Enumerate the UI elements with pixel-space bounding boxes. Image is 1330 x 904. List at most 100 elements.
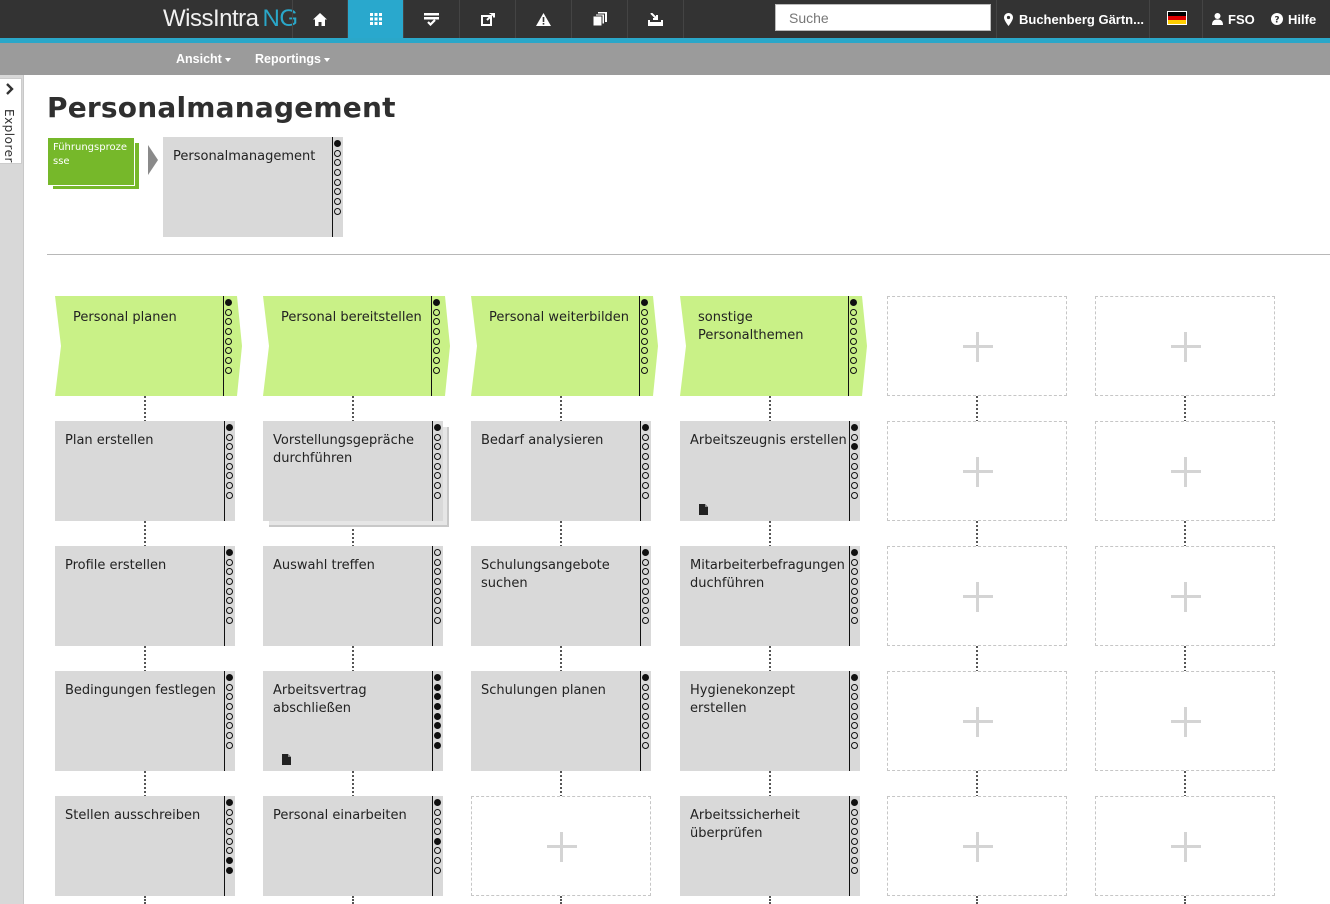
add-process-placeholder[interactable] <box>887 796 1067 896</box>
process-tile[interactable]: Arbeitszeugnis erstellen <box>680 421 860 521</box>
status-dot-empty <box>642 491 649 499</box>
status-dot-empty <box>433 366 440 374</box>
status-dots <box>851 549 858 624</box>
menu-reportings[interactable]: Reportings <box>255 43 330 75</box>
main-process-label: Personal planen <box>73 310 177 325</box>
nav-copy-button[interactable] <box>572 0 628 38</box>
status-dot-filled <box>226 424 233 431</box>
add-process-placeholder[interactable] <box>1095 296 1275 396</box>
menu-ansicht[interactable]: Ansicht <box>176 43 231 75</box>
main-process-tile[interactable]: Personal weiterbilden <box>471 296 658 396</box>
nav-share-button[interactable] <box>460 0 516 38</box>
add-process-placeholder[interactable] <box>1095 421 1275 521</box>
tile-separator <box>432 421 433 521</box>
explorer-label: Explorer <box>2 109 16 163</box>
process-tile[interactable]: Arbeitssicherheit überprüfen <box>680 796 860 896</box>
main-process-label: Personal weiterbilden <box>489 310 630 325</box>
user-menu[interactable]: FSO <box>1212 0 1255 38</box>
status-dot-filled <box>434 712 441 720</box>
nav-home-button[interactable] <box>292 0 348 38</box>
row-connector <box>352 771 354 797</box>
status-dot-empty <box>434 433 441 441</box>
process-tile[interactable]: Profile erstellen <box>55 546 235 646</box>
process-tile[interactable]: Bedarf analysieren <box>471 421 651 521</box>
location-selector[interactable]: Buchenberg Gärtn... <box>1004 0 1144 38</box>
process-label: Arbeitszeugnis erstellen <box>690 433 847 448</box>
status-dot-empty <box>226 568 233 576</box>
process-tile[interactable]: Schulungsangebote suchen <box>471 546 651 646</box>
add-process-placeholder[interactable] <box>887 671 1067 771</box>
status-dot-empty <box>851 607 858 615</box>
share-icon <box>480 12 495 26</box>
status-dot-empty <box>226 683 233 691</box>
status-dot-empty <box>641 318 648 326</box>
row-connector <box>769 646 771 672</box>
process-tile[interactable]: Plan erstellen <box>55 421 235 521</box>
row-connector <box>976 771 978 797</box>
status-dots <box>225 299 232 374</box>
process-tile[interactable]: Vorstellungsgepräche durchführen <box>263 421 443 521</box>
add-process-placeholder[interactable] <box>1095 796 1275 896</box>
status-dot-empty <box>334 178 341 186</box>
add-process-placeholder[interactable] <box>1095 546 1275 646</box>
document-icon[interactable] <box>699 504 708 515</box>
breadcrumb-current[interactable]: Personalmanagement <box>163 137 343 237</box>
status-dot-empty <box>851 808 858 816</box>
status-dots <box>226 799 233 874</box>
status-dot-empty <box>334 159 341 167</box>
nav-grid-button[interactable] <box>348 0 404 38</box>
status-dot-empty <box>226 607 233 615</box>
nav-inbox-button[interactable] <box>628 0 684 38</box>
breadcrumb-parent[interactable]: Führungsprozesse <box>47 137 135 186</box>
status-dot-empty <box>434 866 441 874</box>
add-process-placeholder[interactable] <box>887 546 1067 646</box>
status-dot-empty <box>226 433 233 441</box>
add-process-placeholder[interactable] <box>471 796 651 896</box>
process-label: Hygienekonzept erstellen <box>690 683 795 716</box>
help-link[interactable]: ? Hilfe <box>1271 0 1316 38</box>
row-connector <box>144 771 146 797</box>
status-dot-filled <box>851 424 858 431</box>
nav-checklist-button[interactable] <box>404 0 460 38</box>
tile-separator <box>849 546 850 646</box>
process-tile[interactable]: Stellen ausschreiben <box>55 796 235 896</box>
tile-separator <box>224 796 225 896</box>
status-dot-empty <box>434 453 441 461</box>
status-dot-empty <box>642 472 649 480</box>
add-process-placeholder[interactable] <box>887 421 1067 521</box>
process-tile[interactable]: Arbeitsvertrag abschließen <box>263 671 443 771</box>
nav-warning-button[interactable] <box>516 0 572 38</box>
status-dot-empty <box>850 347 857 355</box>
tile-separator <box>640 546 641 646</box>
tile-separator <box>432 796 433 896</box>
add-process-placeholder[interactable] <box>1095 671 1275 771</box>
status-dot-filled <box>434 741 441 749</box>
main-process-tile[interactable]: sonstige Personalthemen <box>680 296 867 396</box>
explorer-toggle[interactable]: Explorer <box>0 78 22 164</box>
tile-separator <box>224 546 225 646</box>
process-tile[interactable]: Auswahl treffen <box>263 546 443 646</box>
page-title: Personalmanagement <box>47 91 396 124</box>
tile-separator <box>640 421 641 521</box>
status-dot-empty <box>226 693 233 701</box>
status-dot-filled <box>434 799 441 806</box>
process-tile[interactable]: Mitarbeiterbefragungen duchführen <box>680 546 860 646</box>
status-dot-empty <box>226 837 233 845</box>
process-label: Arbeitsvertrag abschließen <box>273 683 367 716</box>
row-connector <box>144 896 146 904</box>
main-process-tile[interactable]: Personal planen <box>55 296 242 396</box>
process-tile[interactable]: Bedingungen festlegen <box>55 671 235 771</box>
language-flag-icon[interactable] <box>1167 11 1187 25</box>
status-dot-empty <box>851 722 858 730</box>
add-process-placeholder[interactable] <box>887 296 1067 396</box>
app-logo[interactable]: WissIntra NG <box>163 5 298 33</box>
document-icon[interactable] <box>282 754 291 765</box>
process-tile[interactable]: Hygienekonzept erstellen <box>680 671 860 771</box>
status-dot-empty <box>226 558 233 566</box>
process-tile[interactable]: Personal einarbeiten <box>263 796 443 896</box>
search-input[interactable] <box>775 4 991 31</box>
process-tile[interactable]: Schulungen planen <box>471 671 651 771</box>
main-process-tile[interactable]: Personal bereitstellen <box>263 296 450 396</box>
status-dots <box>851 674 858 749</box>
status-dots <box>434 424 441 499</box>
